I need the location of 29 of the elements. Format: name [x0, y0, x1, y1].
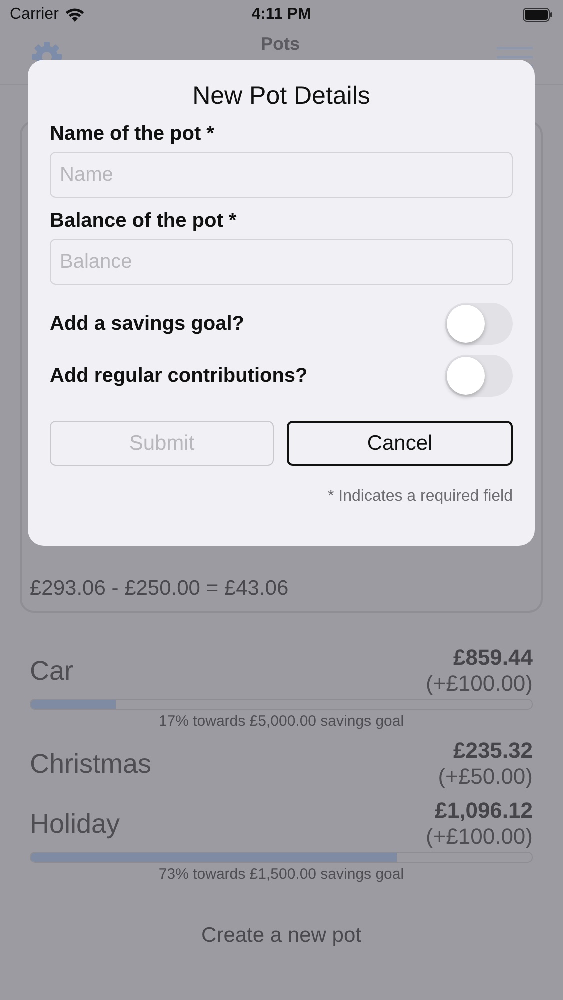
toggle-label: Add regular contributions?: [50, 364, 308, 388]
pot-balance: £1,096.12: [435, 798, 533, 824]
battery-icon: [523, 8, 553, 22]
toggle-switch[interactable]: [445, 303, 513, 345]
pot-name: Christmas: [30, 748, 152, 780]
pot-balance: £859.44: [453, 645, 533, 671]
pot-contribution: (+£50.00): [438, 764, 533, 790]
pot-name: Holiday: [30, 808, 120, 840]
input-field[interactable]: Balance: [50, 239, 513, 285]
pot-balance: £235.32: [453, 738, 533, 764]
cancel-button[interactable]: Cancel: [287, 421, 513, 466]
field-label: Name of the pot *: [50, 123, 216, 146]
goal-caption: 73% towards £1,500.00 savings goal: [158, 866, 406, 883]
pot-contribution: (+£100.00): [426, 671, 533, 697]
status-time: 4:11 PM: [252, 6, 312, 24]
summary-calculation: £293.06 - £250.00 = £43.06: [30, 577, 289, 601]
field-label: Balance of the pot *: [50, 210, 238, 233]
dialog-title: New Pot Details: [192, 82, 372, 111]
wifi-icon: [64, 8, 85, 22]
toggle-switch[interactable]: [445, 355, 513, 397]
pot-name: Car: [30, 656, 74, 686]
pot-contribution: (+£100.00): [426, 824, 533, 850]
nav-title: Pots: [260, 34, 300, 55]
goal-caption: 17% towards £5,000.00 savings goal: [158, 713, 406, 730]
toggle-label: Add a savings goal?: [50, 312, 244, 336]
carrier-label: Carrier: [10, 6, 59, 24]
required-note: * Indicates a required field: [328, 488, 513, 506]
input-field[interactable]: Name: [50, 152, 513, 198]
create-pot-button[interactable]: Create a new pot: [196, 923, 368, 949]
